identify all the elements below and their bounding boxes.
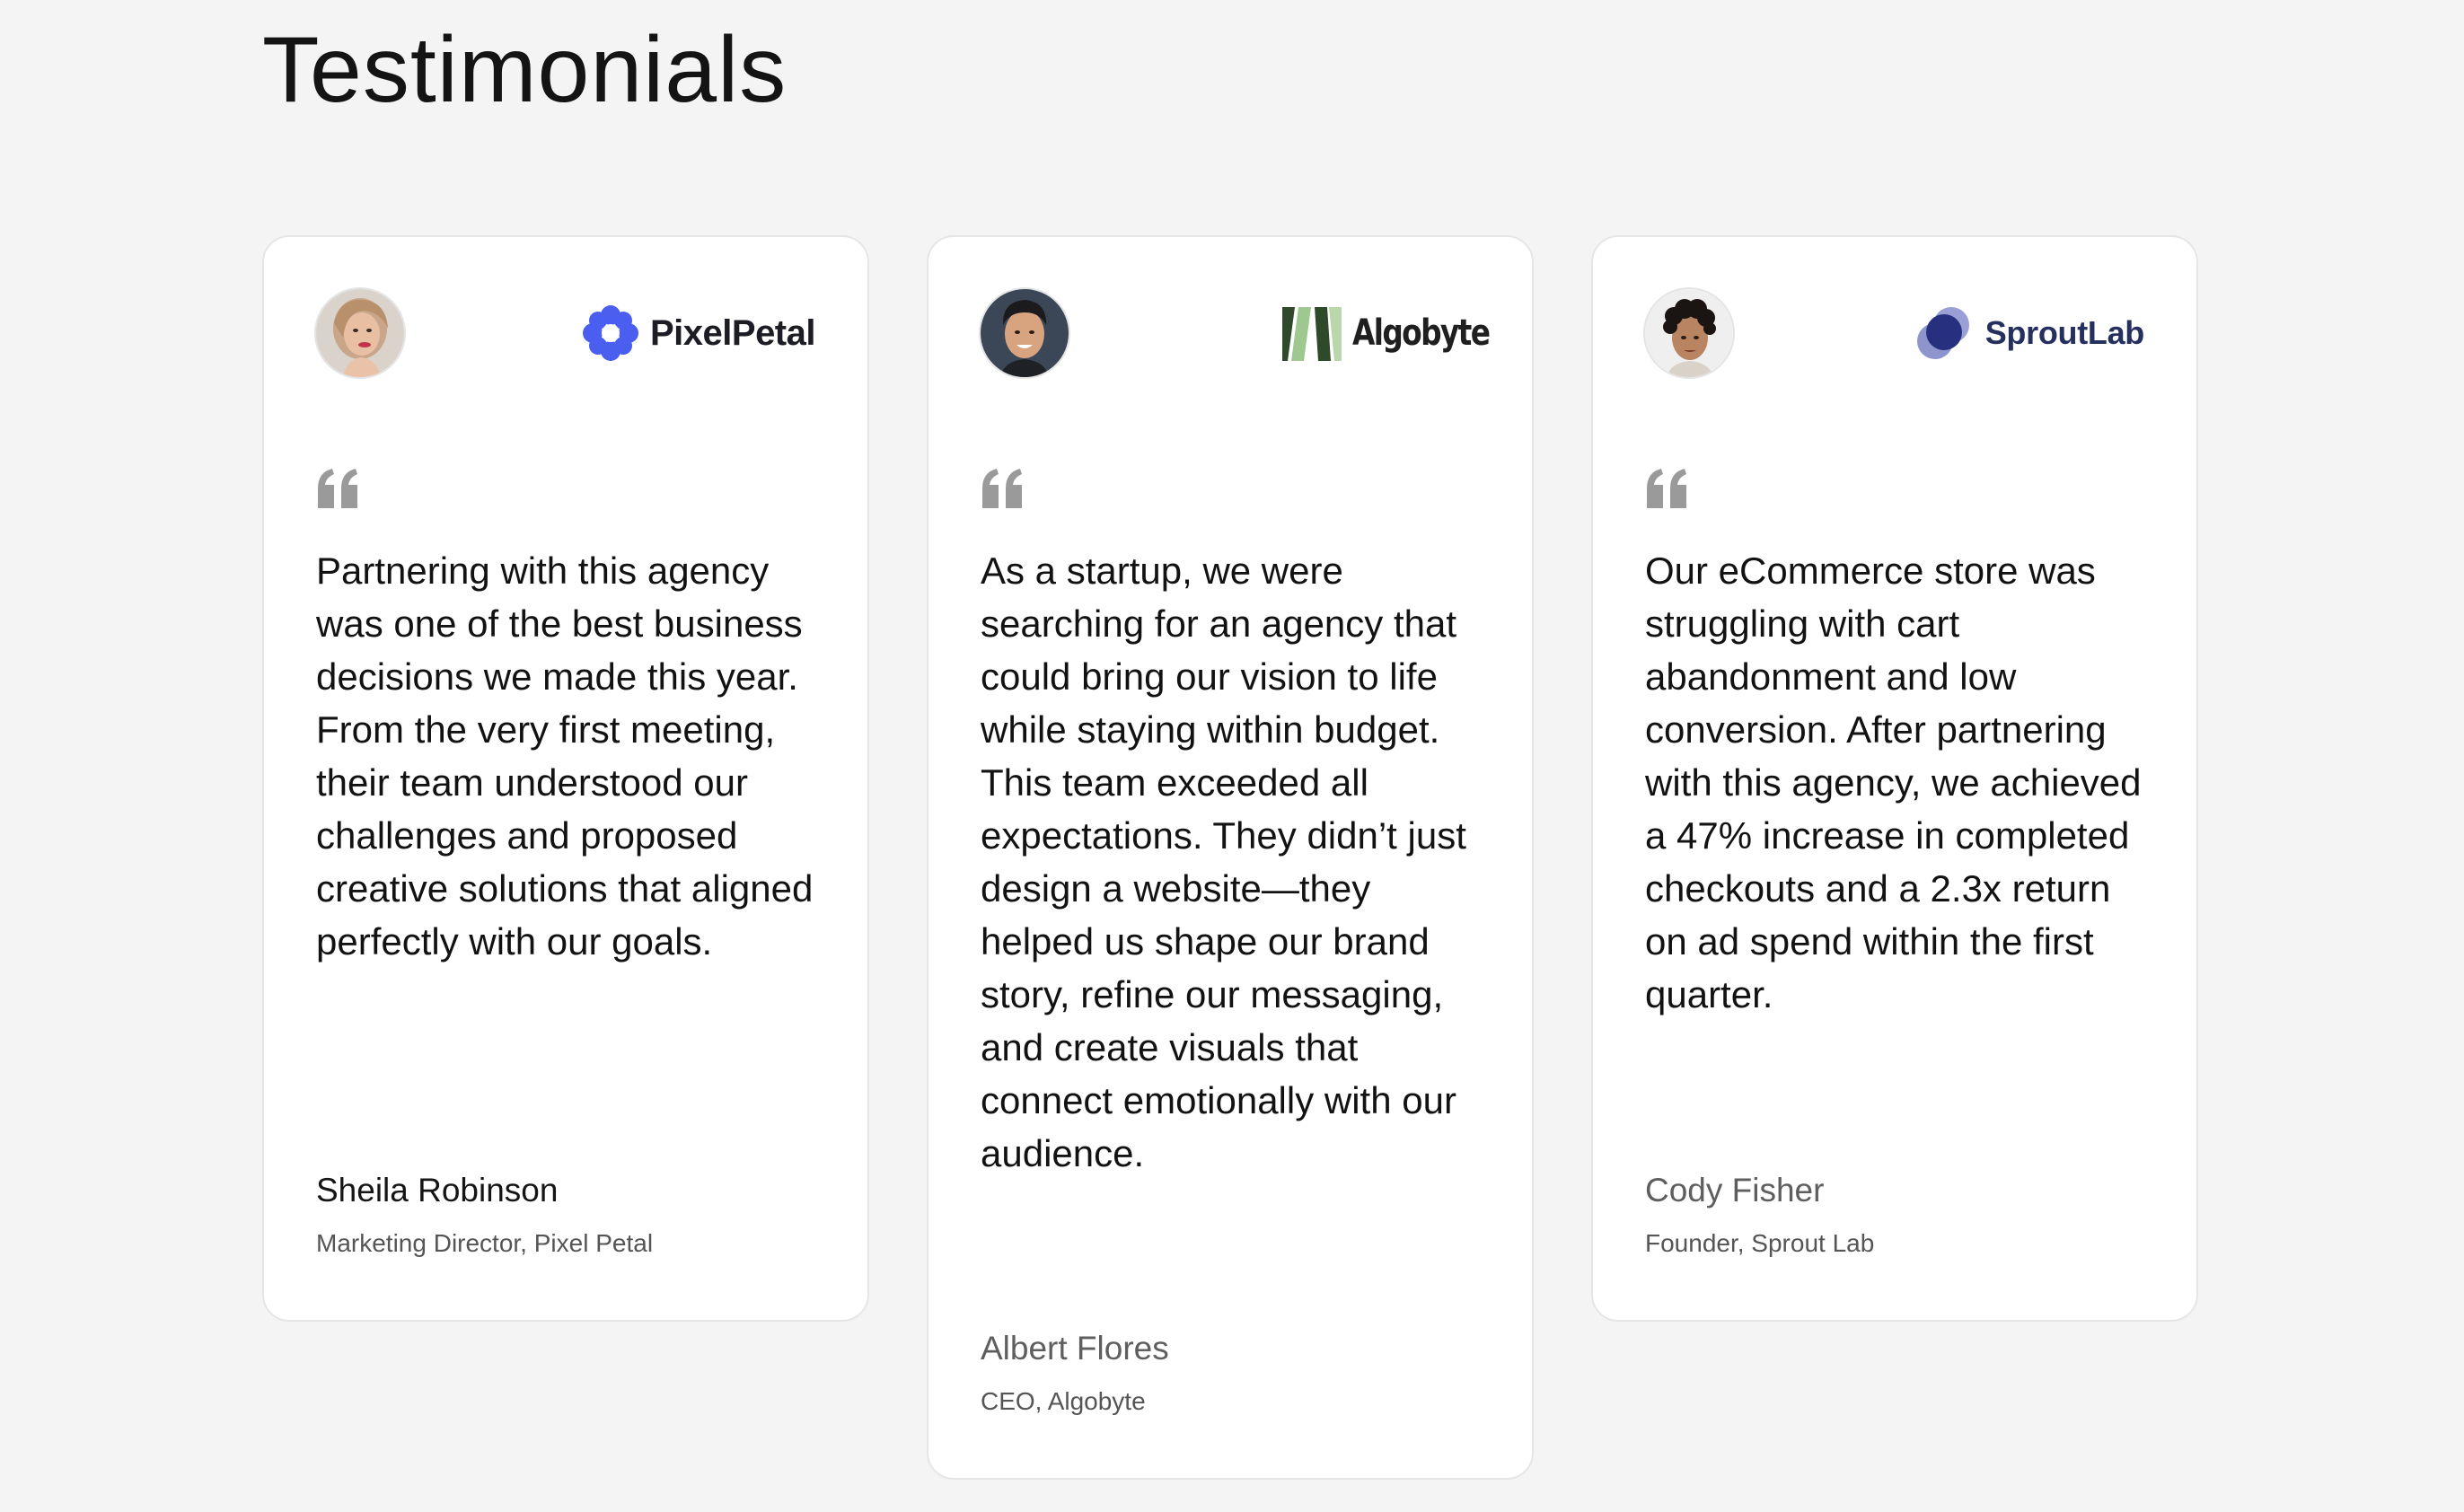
testimonial-card: SproutLab Our eCommerce store was strugg… [1591,235,2198,1322]
card-header: Algobyte [981,289,1491,377]
man-curly-hair-portrait-avatar [1645,289,1733,377]
flower-logo-icon [582,305,638,361]
company-name: SproutLab [1984,314,2145,351]
man-portrait-avatar [981,289,1069,377]
testimonial-quote: As a startup, we were searching for an a… [981,549,1466,1174]
person-name: Cody Fisher [1645,1172,1825,1209]
avatar [981,289,1069,377]
stripes-logo-icon [1282,307,1342,361]
testimonial-card: PixelPetal Partnering with this agency w… [262,235,869,1322]
card-header: SproutLab [1645,289,2144,377]
testimonial-quote: Partnering with this agency was one of t… [316,549,814,963]
person-role: Founder, Sprout Lab [1645,1229,1875,1257]
page-title: Testimonials [262,18,788,122]
avatar [316,289,404,377]
overlapping-circles-logo-icon [1916,307,1969,359]
company-logo: SproutLab [1915,296,2144,370]
company-name: Algobyte [1352,312,1491,354]
testimonial-quote: Our eCommerce store was struggling with … [1645,549,2142,1015]
person-name: Albert Flores [981,1330,1169,1367]
company-name: PixelPetal [649,312,816,353]
woman-portrait-avatar [316,289,404,377]
quote-mark-icon [318,469,357,508]
testimonials-grid: PixelPetal Partnering with this agency w… [262,235,2202,1492]
avatar [1645,289,1733,377]
quote-mark-icon [1647,469,1686,508]
company-logo: PixelPetal [582,296,816,370]
person-name: Sheila Robinson [316,1172,559,1209]
person-role: CEO, Algobyte [981,1387,1146,1415]
company-logo: Algobyte [1282,296,1491,370]
quote-mark-icon [982,469,1022,508]
testimonial-card: Algobyte As a startup, we were searching… [927,235,1534,1480]
person-role: Marketing Director, Pixel Petal [316,1229,654,1257]
card-header: PixelPetal [316,289,816,377]
